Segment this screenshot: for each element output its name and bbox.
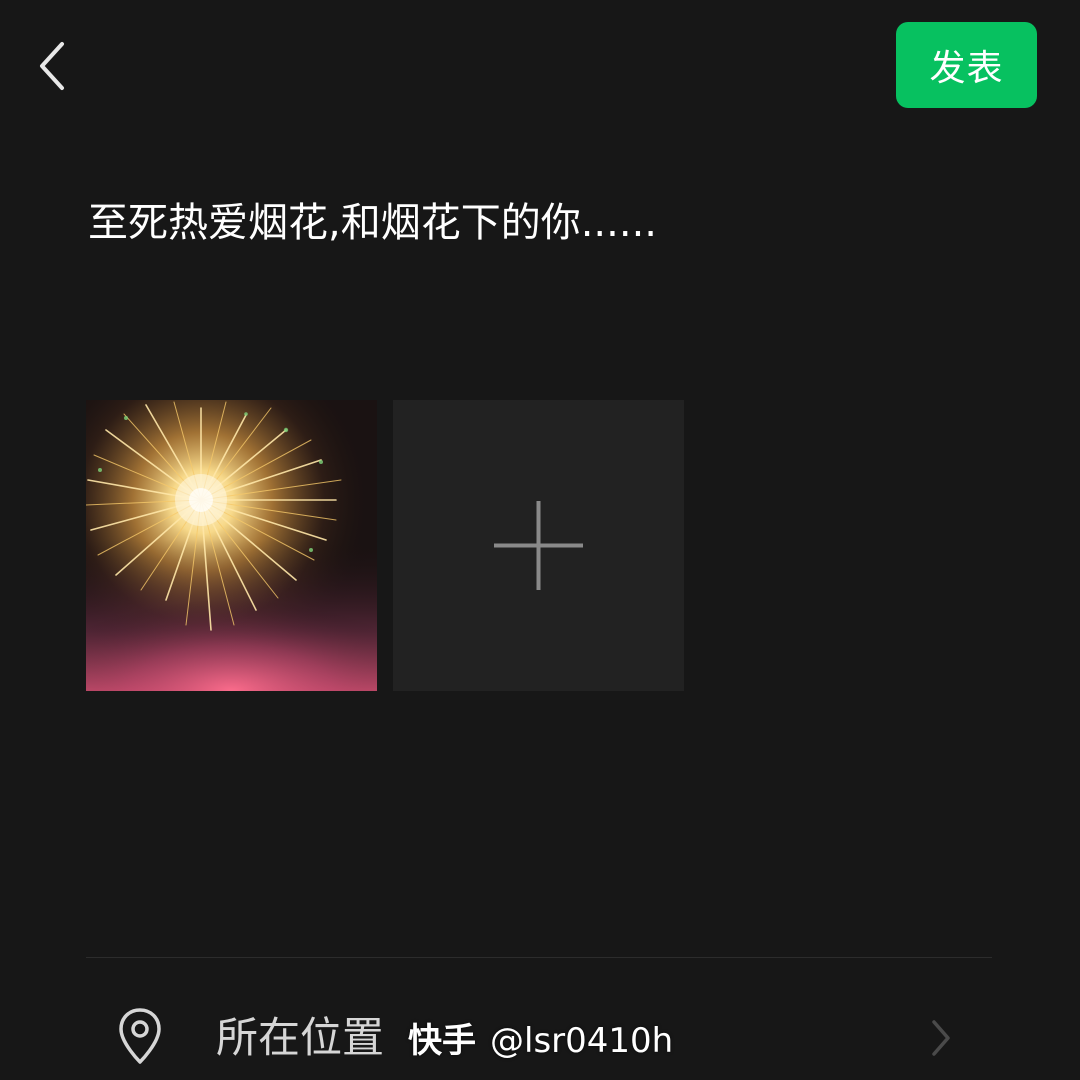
photo-thumbnail[interactable] — [86, 400, 377, 691]
location-row[interactable]: 所在位置 快手 @lsr0410h — [86, 958, 992, 1080]
publish-button[interactable]: 发表 — [896, 22, 1037, 108]
watermark-handle: @lsr0410h — [490, 1021, 674, 1061]
chevron-right-icon — [932, 1020, 950, 1056]
map-pin-icon — [119, 1008, 161, 1064]
chevron-left-icon — [40, 42, 64, 90]
back-button[interactable] — [30, 38, 80, 94]
location-label: 所在位置 — [216, 1013, 385, 1062]
watermark: 快手 @lsr0410h — [408, 1018, 673, 1064]
add-photo-button[interactable] — [393, 400, 684, 691]
compose-moment-screen: 发表 至死热爱烟花,和烟花下的你...... 所在位置 快手 @lsr0410h — [0, 0, 1080, 1080]
post-text-input[interactable]: 至死热爱烟花,和烟花下的你...... — [88, 192, 1028, 254]
plus-icon — [494, 501, 583, 590]
watermark-brand: 快手 — [408, 1021, 476, 1061]
fireworks-image — [86, 400, 377, 691]
